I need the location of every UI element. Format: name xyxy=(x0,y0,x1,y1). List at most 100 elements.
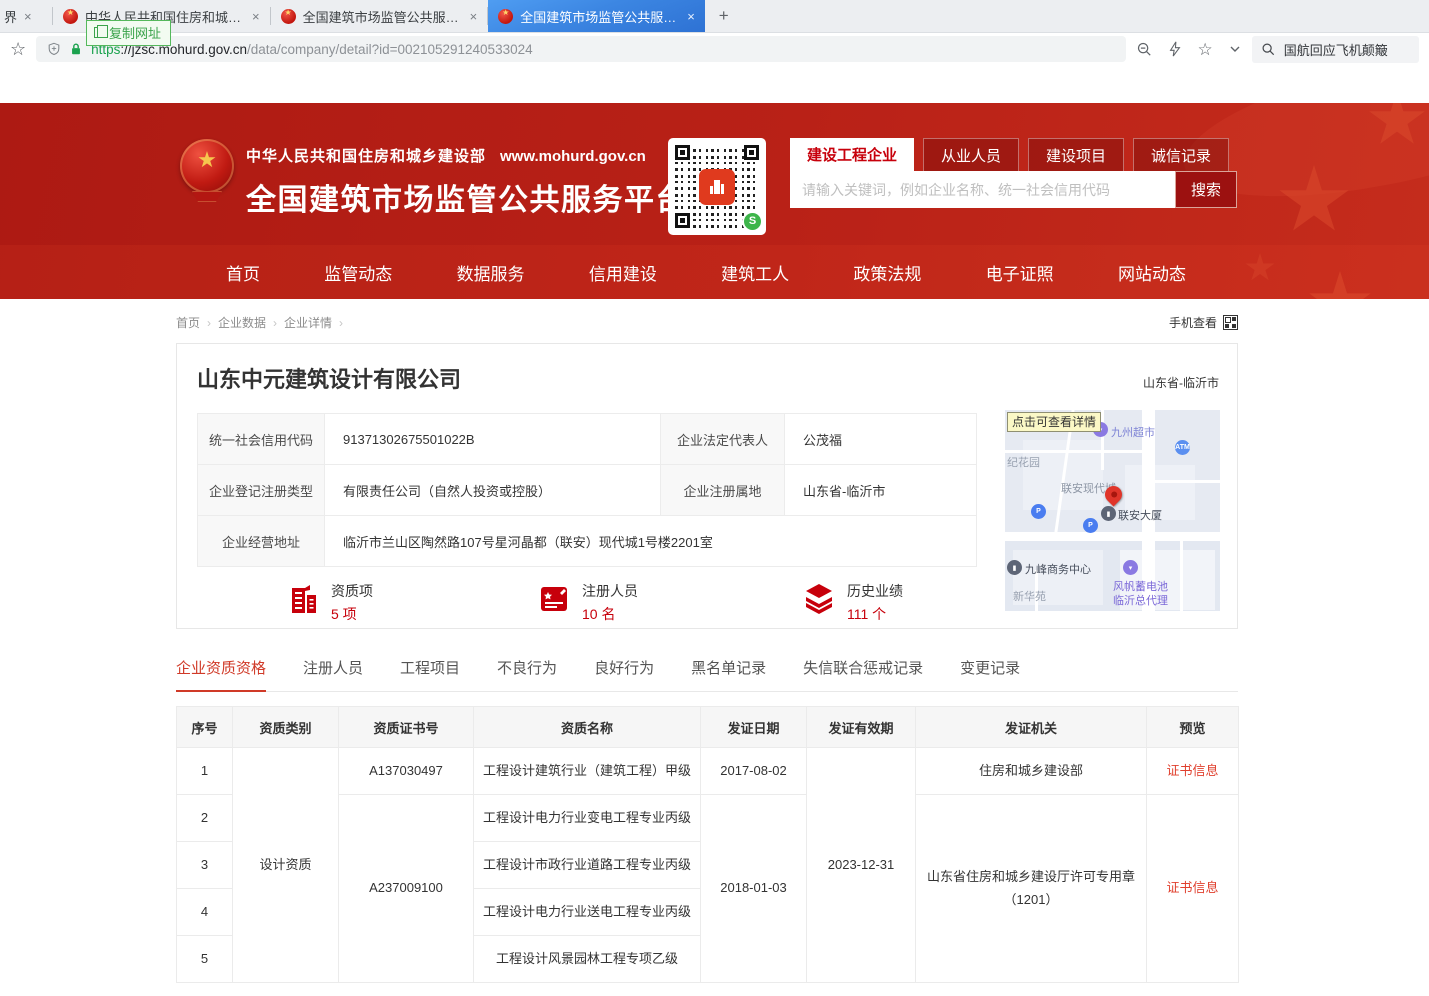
map-road xyxy=(1155,480,1220,483)
stat-label: 注册人员 xyxy=(582,581,638,601)
site-header-zone: 中华人民共和国住房和城乡建设部 www.mohurd.gov.cn 全国建筑市场… xyxy=(0,103,1429,299)
credit-code-label: 统一社会信用代码 xyxy=(198,414,325,465)
qualification-table: 序号 资质类别 资质证书号 资质名称 发证日期 发证有效期 发证机关 预览 1 … xyxy=(176,706,1239,983)
address-bar[interactable]: https://jzsc.mohurd.gov.cn/data/company/… xyxy=(36,36,1125,62)
site-title-block: 中华人民共和国住房和城乡建设部 www.mohurd.gov.cn 全国建筑市场… xyxy=(246,145,687,219)
detail-tab-bar: 企业资质资格 注册人员 工程项目 不良行为 良好行为 黑名单记录 失信联合惩戒记… xyxy=(176,657,1238,692)
tab-good-behavior[interactable]: 良好行为 xyxy=(594,657,654,691)
close-icon[interactable]: × xyxy=(687,10,695,23)
header-search-input[interactable] xyxy=(790,171,1175,208)
bookmark-star-icon[interactable]: ☆ xyxy=(10,40,26,58)
issuing-authority: 山东省住房和城乡建设厅许可专用章（1201） xyxy=(916,795,1147,983)
browser-tab-bar: 界 × 中华人民共和国住房和城乡建设 × 全国建筑市场监管公共服务平台 × 全国… xyxy=(0,0,1429,33)
stat-registered-personnel: 注册人员 10 名 xyxy=(536,581,638,624)
stat-value: 10 名 xyxy=(582,604,638,624)
row-no: 3 xyxy=(177,842,233,889)
tab-bad-behavior[interactable]: 不良行为 xyxy=(497,657,557,691)
reg-place-label: 企业注册属地 xyxy=(661,465,785,516)
browser-url-row: ☆ https://jzsc.mohurd.gov.cn/data/compan… xyxy=(0,33,1429,65)
col-preview: 预览 xyxy=(1147,707,1239,748)
location-map[interactable]: ▾ 九州超市 ATM 纪花园 联安现代城 P P ▮ 联安大厦 ▮ 九峰商务中心… xyxy=(1005,410,1220,611)
ministry-name: 中华人民共和国住房和城乡建设部 xyxy=(246,145,486,166)
qualification-name: 工程设计市政行业道路工程专业丙级 xyxy=(474,842,701,889)
emblem-favicon-icon xyxy=(63,9,78,24)
address-label: 企业经营地址 xyxy=(198,516,325,567)
browser-tab-active[interactable]: 全国建筑市场监管公共服务平台 × xyxy=(488,0,705,32)
search-tab-personnel[interactable]: 从业人员 xyxy=(923,138,1019,171)
tab-dishonesty-records[interactable]: 失信联合惩戒记录 xyxy=(803,657,923,691)
chevron-down-icon[interactable] xyxy=(1228,42,1242,56)
map-road xyxy=(1180,541,1183,611)
qr-pattern: S xyxy=(675,145,759,228)
copy-icon xyxy=(94,27,103,38)
certificate-info-link[interactable]: 证书信息 xyxy=(1166,880,1218,895)
breadcrumb-home[interactable]: 首页 xyxy=(176,314,200,331)
zoom-out-icon[interactable] xyxy=(1136,41,1152,57)
close-icon[interactable]: × xyxy=(24,10,32,23)
search-tab-project[interactable]: 建设项目 xyxy=(1028,138,1124,171)
tab-blacklist[interactable]: 黑名单记录 xyxy=(691,657,766,691)
nav-item-credit[interactable]: 信用建设 xyxy=(589,260,657,285)
lightning-icon[interactable] xyxy=(1167,41,1183,57)
nav-item-data-service[interactable]: 数据服务 xyxy=(457,260,525,285)
search-tab-credit[interactable]: 诚信记录 xyxy=(1133,138,1229,171)
validity-date: 2023-12-31 xyxy=(807,748,916,983)
breadcrumb: 首页 企业数据 企业详情 手机查看 xyxy=(176,314,1238,331)
table-row: 1 设计资质 A137030497 工程设计建筑行业（建筑工程）甲级 2017-… xyxy=(177,748,1239,795)
stat-value: 5 项 xyxy=(331,604,373,624)
tab-title: 全国建筑市场监管公共服务平台 xyxy=(520,7,680,26)
qualification-name: 工程设计建筑行业（建筑工程）甲级 xyxy=(474,748,701,795)
tab-qualifications[interactable]: 企业资质资格 xyxy=(176,657,266,691)
header-search-panel: 建设工程企业 从业人员 建设项目 诚信记录 搜索 xyxy=(790,138,1237,208)
browser-tab-jzsc[interactable]: 全国建筑市场监管公共服务平台 × xyxy=(271,0,488,32)
map-label-xinhuayuan: 新华苑 xyxy=(1013,588,1046,604)
map-tooltip: 点击可查看详情 xyxy=(1007,412,1101,432)
chrome-gap xyxy=(0,65,1429,103)
shield-plus-icon[interactable] xyxy=(47,42,61,56)
ministry-website: www.mohurd.gov.cn xyxy=(500,148,646,165)
tab-change-records[interactable]: 变更记录 xyxy=(960,657,1020,691)
search-button[interactable]: 搜索 xyxy=(1175,171,1237,208)
col-authority: 发证机关 xyxy=(916,707,1147,748)
nav-item-e-license[interactable]: 电子证照 xyxy=(986,260,1054,285)
breadcrumb-company-detail: 企业详情 xyxy=(284,314,332,331)
favorite-star-icon[interactable]: ☆ xyxy=(1198,41,1213,58)
legal-rep-label: 企业法定代表人 xyxy=(661,414,785,465)
qualification-name: 工程设计风景园林工程专项乙级 xyxy=(474,936,701,983)
search-tab-enterprise[interactable]: 建设工程企业 xyxy=(790,138,914,171)
breadcrumb-company-data[interactable]: 企业数据 xyxy=(218,314,266,331)
certificate-info-link[interactable]: 证书信息 xyxy=(1166,763,1218,778)
stat-qualifications: 资质项 5 项 xyxy=(285,581,373,624)
emblem-ribbon xyxy=(192,191,222,202)
reg-place-value: 山东省-临沂市 xyxy=(785,465,977,516)
issuing-authority: 住房和城乡建设部 xyxy=(916,748,1147,795)
nav-item-home[interactable]: 首页 xyxy=(226,260,260,285)
quick-search-text: 国航回应飞机颠簸 xyxy=(1284,40,1388,59)
chevron-right-icon xyxy=(339,316,343,330)
new-tab-button[interactable]: + xyxy=(705,6,743,26)
tab-projects[interactable]: 工程项目 xyxy=(400,657,460,691)
browser-quick-search[interactable]: 国航回应飞机颠簸 xyxy=(1252,36,1419,63)
col-cert-no: 资质证书号 xyxy=(339,707,474,748)
close-icon[interactable]: × xyxy=(252,10,260,23)
qualification-name: 工程设计电力行业送电工程专业丙级 xyxy=(474,889,701,936)
preview-cell: 证书信息 xyxy=(1147,795,1239,983)
browser-actions: ☆ xyxy=(1136,41,1242,58)
col-name: 资质名称 xyxy=(474,707,701,748)
tab-registered-personnel[interactable]: 注册人员 xyxy=(303,657,363,691)
nav-item-policy[interactable]: 政策法规 xyxy=(853,260,921,285)
row-no: 4 xyxy=(177,889,233,936)
secure-lock-icon xyxy=(69,42,83,56)
mobile-view-link[interactable]: 手机查看 xyxy=(1169,314,1238,331)
building-icon xyxy=(285,581,321,617)
nav-item-supervision[interactable]: 监管动态 xyxy=(324,260,392,285)
row-no: 2 xyxy=(177,795,233,842)
chevron-right-icon xyxy=(273,316,277,330)
close-icon[interactable]: × xyxy=(470,10,478,23)
main-navigation: 首页 监管动态 数据服务 信用建设 建筑工人 政策法规 电子证照 网站动态 xyxy=(0,245,1429,299)
qualification-category: 设计资质 xyxy=(233,748,339,983)
map-label-supermarket: 九州超市 xyxy=(1111,424,1155,440)
nav-item-workers[interactable]: 建筑工人 xyxy=(721,260,789,285)
nav-item-site-news[interactable]: 网站动态 xyxy=(1118,260,1186,285)
browser-tab-partial[interactable]: 界 × xyxy=(0,0,52,32)
